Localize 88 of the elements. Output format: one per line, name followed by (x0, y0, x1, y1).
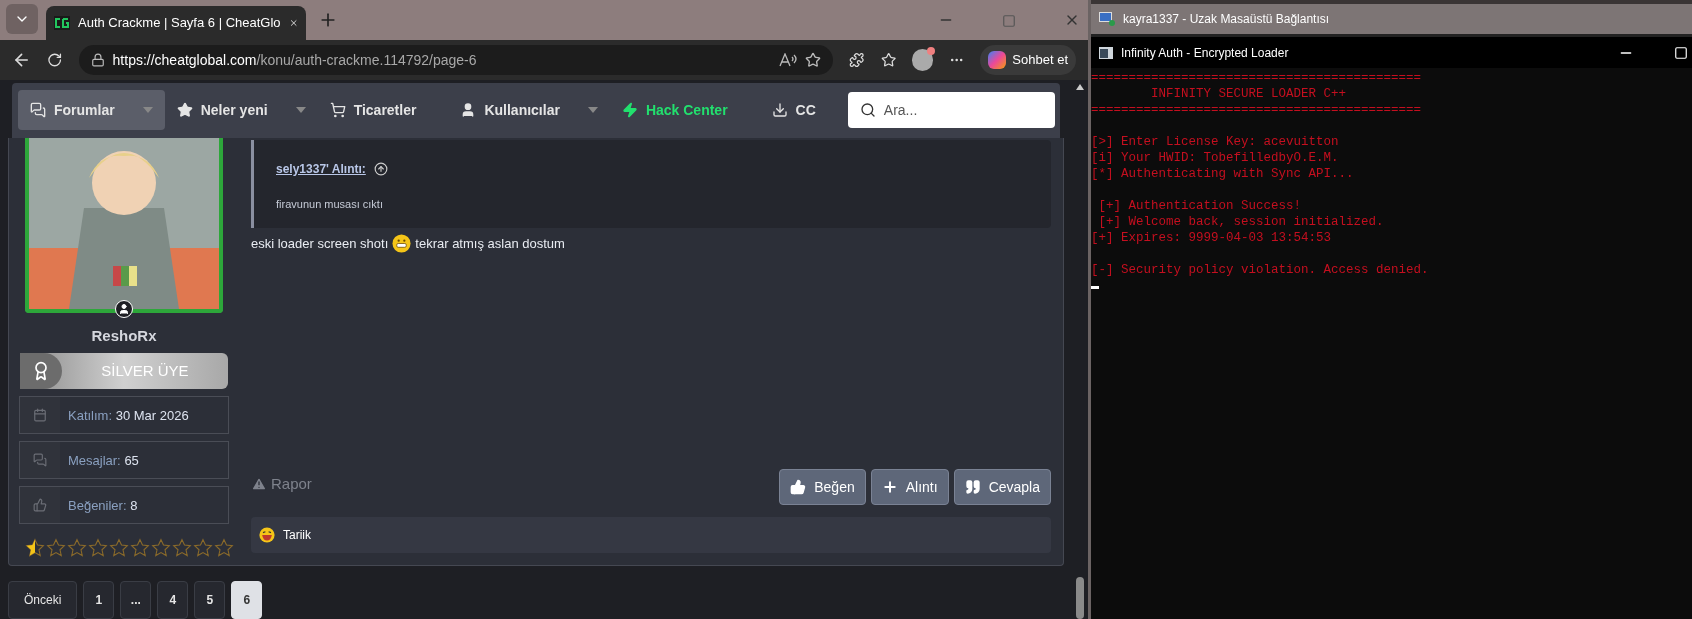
lock-icon (90, 53, 105, 67)
site-logo-icon (54, 16, 70, 30)
chat-icon (33, 453, 47, 468)
tab-list-button[interactable] (6, 4, 38, 34)
star-icon (88, 538, 108, 559)
favorite-icon[interactable] (805, 52, 822, 68)
grin-emoji-icon (392, 234, 412, 253)
lightning-icon (621, 102, 638, 119)
console-line: ============================================ (1091, 102, 1422, 118)
report-link[interactable]: Rapor (251, 472, 312, 496)
cart-icon (329, 102, 346, 119)
console-line: [+] Welcome back, session initialized. (1097, 214, 1384, 230)
post-text: tekrar atmış aslan dostum (415, 234, 565, 253)
nav-tab[interactable]: CC (759, 90, 848, 131)
thumbs-up-icon (33, 498, 47, 513)
console-icon (1099, 46, 1113, 59)
window-title: kayra1337 - Uzak Masaüstü Bağlantısı (1123, 11, 1330, 28)
url-text: https://cheatglobal.com/konu/auth-crackme.114792/page-6 (112, 50, 477, 70)
star-icon (67, 538, 87, 559)
page-button[interactable]: 6 (231, 581, 263, 619)
download-icon (771, 102, 788, 119)
console-line: [>] Enter License Key: acevuitton (1091, 134, 1339, 150)
calendar-icon (33, 408, 47, 423)
page-button[interactable]: 1 (83, 581, 115, 619)
page-button[interactable]: 4 (157, 581, 189, 619)
star-icon (46, 538, 66, 559)
post-action-button[interactable]: Alıntı (870, 469, 949, 505)
copilot-icon (988, 51, 1007, 69)
nav-tab[interactable]: Hack Center (609, 90, 760, 131)
search-icon (859, 102, 876, 119)
console-line: [*] Authenticating with Sync API... (1091, 166, 1354, 182)
warning-icon (251, 476, 267, 492)
page-button[interactable]: Önceki (8, 581, 78, 619)
nav-tab[interactable]: Forumlar (18, 90, 165, 131)
address-bar[interactable]: https://cheatglobal.com/konu/auth-crackme.114792/page-6 (78, 45, 834, 75)
console-line: INFINITY SECURE LOADER C++ (1150, 86, 1347, 102)
caret-icon[interactable] (587, 107, 598, 114)
scroll-up-icon[interactable] (1076, 84, 1084, 90)
caret-icon[interactable] (295, 107, 306, 114)
nav-tab[interactable]: Neler yeni (164, 90, 318, 131)
user-stat: Beğeniler: 8 (19, 486, 229, 525)
favorites-icon[interactable] (880, 52, 896, 68)
quote-text: firavunun musası cıktı (276, 196, 384, 212)
award-icon (20, 353, 62, 390)
star-icon (214, 538, 234, 559)
copilot-button[interactable]: Sohbet et (980, 45, 1076, 75)
chat-icon (30, 102, 46, 119)
tab-title: Auth Crackme | Sayfa 6 | CheatGlo (78, 14, 281, 33)
star-icon (109, 538, 129, 559)
star-icon (130, 538, 150, 559)
quote-icon (964, 479, 981, 495)
reactor-name[interactable]: Tariik (283, 526, 311, 544)
post-action-button[interactable]: Cevapla (953, 469, 1051, 505)
search-field[interactable]: Ara... (847, 92, 1055, 129)
thumbs-up-icon (790, 479, 807, 495)
page-button[interactable]: ... (120, 581, 152, 619)
post-action-button[interactable]: Beğen (779, 469, 866, 505)
page-button[interactable]: 5 (194, 581, 226, 619)
profile-avatar[interactable] (911, 49, 933, 71)
console-line: [+] Authentication Success! (1097, 198, 1302, 214)
star-icon (193, 538, 213, 559)
user-stat: Katılım: 30 Mar 2026 (19, 396, 229, 435)
star-icon (172, 538, 192, 559)
reload-icon[interactable] (47, 52, 63, 68)
extensions-icon[interactable] (849, 52, 865, 68)
user-stat: Mesajlar: 65 (19, 441, 229, 480)
nav-tab[interactable]: Kullanıcılar (448, 90, 610, 131)
username[interactable]: ReshoRx (91, 324, 157, 348)
nav-tab[interactable]: Ticaretler (317, 90, 449, 131)
remote-desktop-icon (1099, 12, 1115, 26)
console-cursor (1091, 286, 1099, 289)
star-icon (176, 102, 193, 119)
console-line: ============================================ (1091, 70, 1422, 86)
star-icon (151, 538, 171, 559)
plus-icon (881, 479, 898, 495)
console-line: [+] Expires: 9999-04-03 13:54:53 (1091, 230, 1332, 246)
console-title: Infinity Auth - Encrypted Loader (1121, 44, 1289, 62)
laugh-emoji-icon (259, 527, 275, 543)
read-aloud-icon[interactable] (779, 53, 798, 67)
star-icon (25, 538, 45, 559)
scroll-thumb[interactable] (1076, 577, 1084, 619)
browser-tab[interactable]: Auth Crackme | Sayfa 6 | CheatGlo (46, 6, 306, 40)
post-text: eski loader screen shotı (251, 234, 389, 253)
arrow-up-icon[interactable] (373, 161, 388, 176)
rank-label: SİLVER ÜYE (100, 361, 190, 381)
console-line: [i] Your HWID: TobefilledbyO.E.M. (1091, 150, 1339, 166)
quote-author-link[interactable]: sely1337' Alıntı: (276, 159, 366, 178)
console-line: [-] Security policy violation. Access denied. (1091, 262, 1429, 278)
